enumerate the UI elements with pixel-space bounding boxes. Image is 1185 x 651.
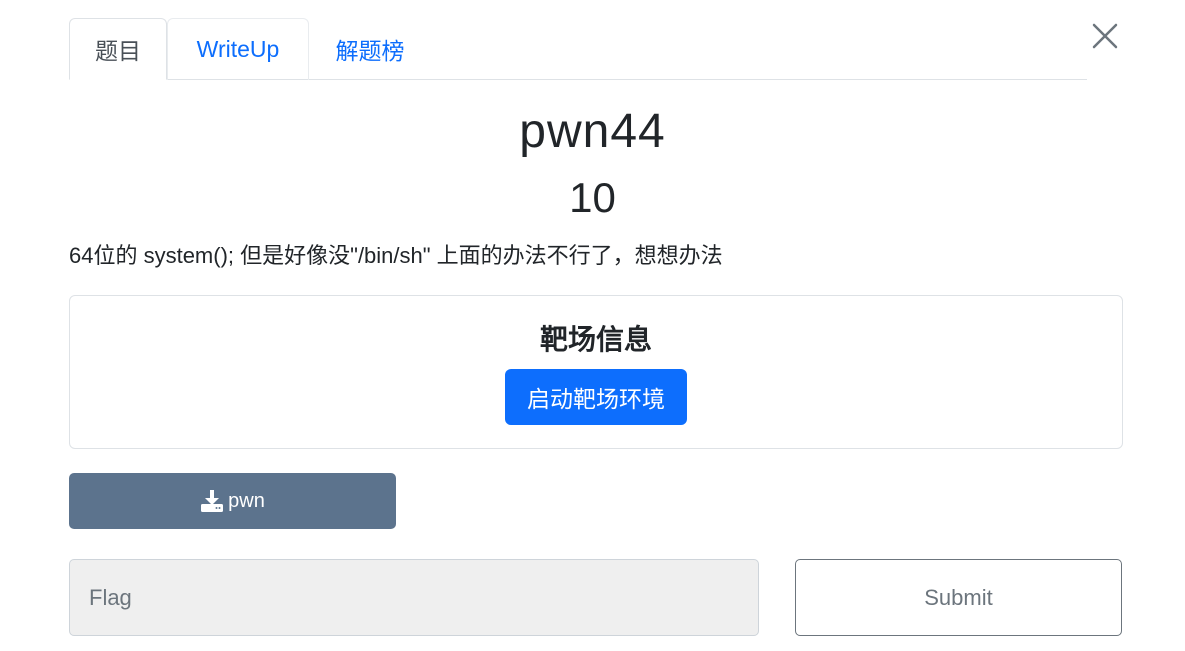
start-environment-button[interactable]: 启动靶场环境 — [505, 369, 687, 425]
submit-button[interactable]: Submit — [795, 559, 1122, 636]
tab-writeup-label: WriteUp — [196, 36, 280, 62]
flag-input[interactable] — [69, 559, 759, 636]
download-attachment-button[interactable]: pwn — [69, 473, 396, 529]
download-label: pwn — [228, 489, 265, 512]
target-info-card: 靶场信息 启动靶场环境 — [69, 295, 1123, 449]
tab-challenge[interactable]: 题目 — [69, 18, 167, 80]
challenge-description: 64位的 system(); 但是好像没"/bin/sh" 上面的办法不行了，想… — [69, 243, 723, 268]
download-icon — [201, 490, 224, 512]
target-info-heading: 靶场信息 — [539, 324, 652, 355]
close-icon[interactable] — [1089, 20, 1121, 52]
challenge-modal: 题目 WriteUp 解题榜 pwn44 10 64位的 system(); 但… — [0, 0, 1185, 651]
tab-leaderboard[interactable]: 解题榜 — [309, 18, 431, 80]
tab-challenge-label: 题目 — [95, 38, 141, 64]
tab-bar: 题目 WriteUp 解题榜 — [69, 18, 1087, 80]
challenge-title: pwn44 — [519, 105, 666, 158]
tab-writeup[interactable]: WriteUp — [167, 18, 309, 80]
tab-leaderboard-label: 解题榜 — [335, 38, 405, 64]
challenge-points: 10 — [569, 174, 616, 221]
